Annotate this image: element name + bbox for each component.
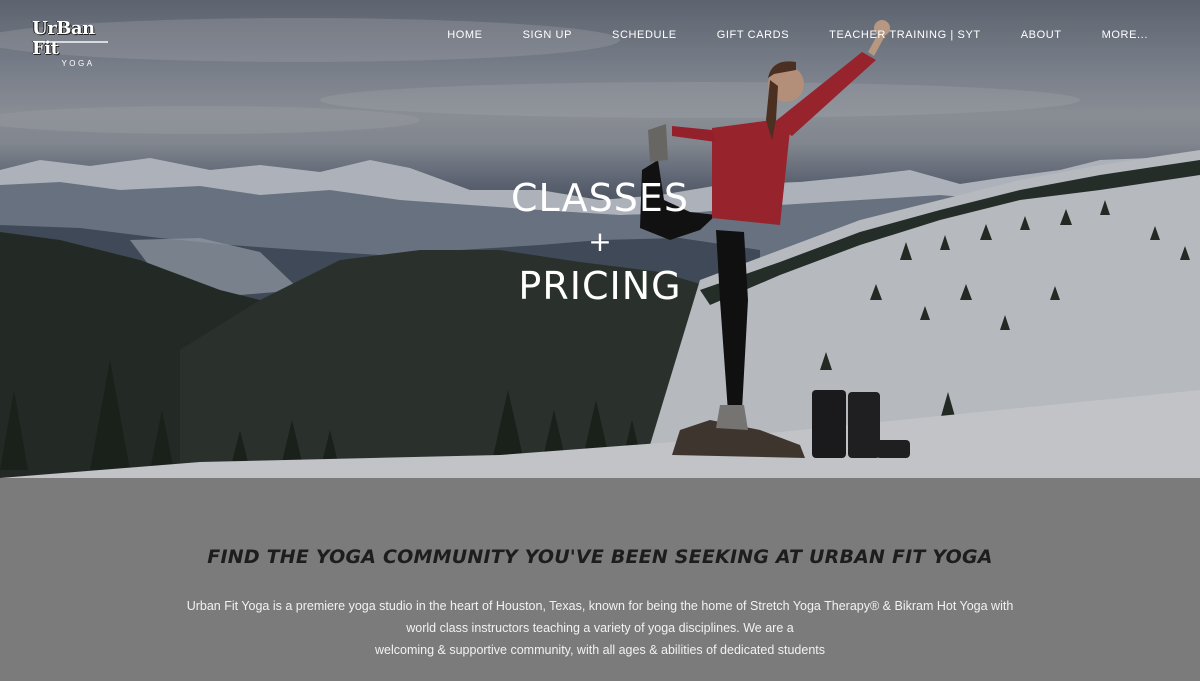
intro-line-2: world class instructors teaching a varie… bbox=[406, 621, 794, 635]
logo-underline bbox=[34, 41, 108, 43]
intro-heading: FIND THE YOGA COMMUNITY YOU'VE BEEN SEEK… bbox=[207, 546, 993, 568]
nav-gift-cards[interactable]: GIFT CARDS bbox=[717, 29, 789, 41]
main-navigation: HOME SIGN UP SCHEDULE GIFT CARDS TEACHER… bbox=[447, 29, 1148, 41]
hero-banner: UrBan Fit YOGA HOME SIGN UP SCHEDULE GIF… bbox=[0, 0, 1200, 478]
hero-title-line1: CLASSES bbox=[511, 176, 689, 220]
intro-line-1: Urban Fit Yoga is a premiere yoga studio… bbox=[186, 599, 1014, 613]
nav-schedule[interactable]: SCHEDULE bbox=[612, 29, 677, 41]
intro-line-3: welcoming & supportive community, with a… bbox=[375, 643, 825, 657]
nav-home[interactable]: HOME bbox=[447, 29, 482, 41]
nav-about[interactable]: ABOUT bbox=[1021, 29, 1062, 41]
nav-more[interactable]: MORE... bbox=[1102, 29, 1148, 41]
hero-title-plus: + bbox=[588, 225, 612, 258]
intro-section: FIND THE YOGA COMMUNITY YOU'VE BEEN SEEK… bbox=[0, 478, 1200, 681]
nav-teacher-training[interactable]: TEACHER TRAINING | SYT bbox=[829, 29, 981, 41]
site-logo[interactable]: UrBan Fit YOGA bbox=[32, 19, 110, 68]
logo-subtitle: YOGA bbox=[61, 59, 95, 68]
nav-sign-up[interactable]: SIGN UP bbox=[523, 29, 572, 41]
intro-paragraph: Urban Fit Yoga is a premiere yoga studio… bbox=[150, 595, 1050, 661]
logo-wordmark: UrBan Fit bbox=[32, 18, 95, 59]
hero-title-line2: PRICING bbox=[518, 264, 682, 308]
hero-title: CLASSES + PRICING bbox=[0, 176, 1200, 308]
